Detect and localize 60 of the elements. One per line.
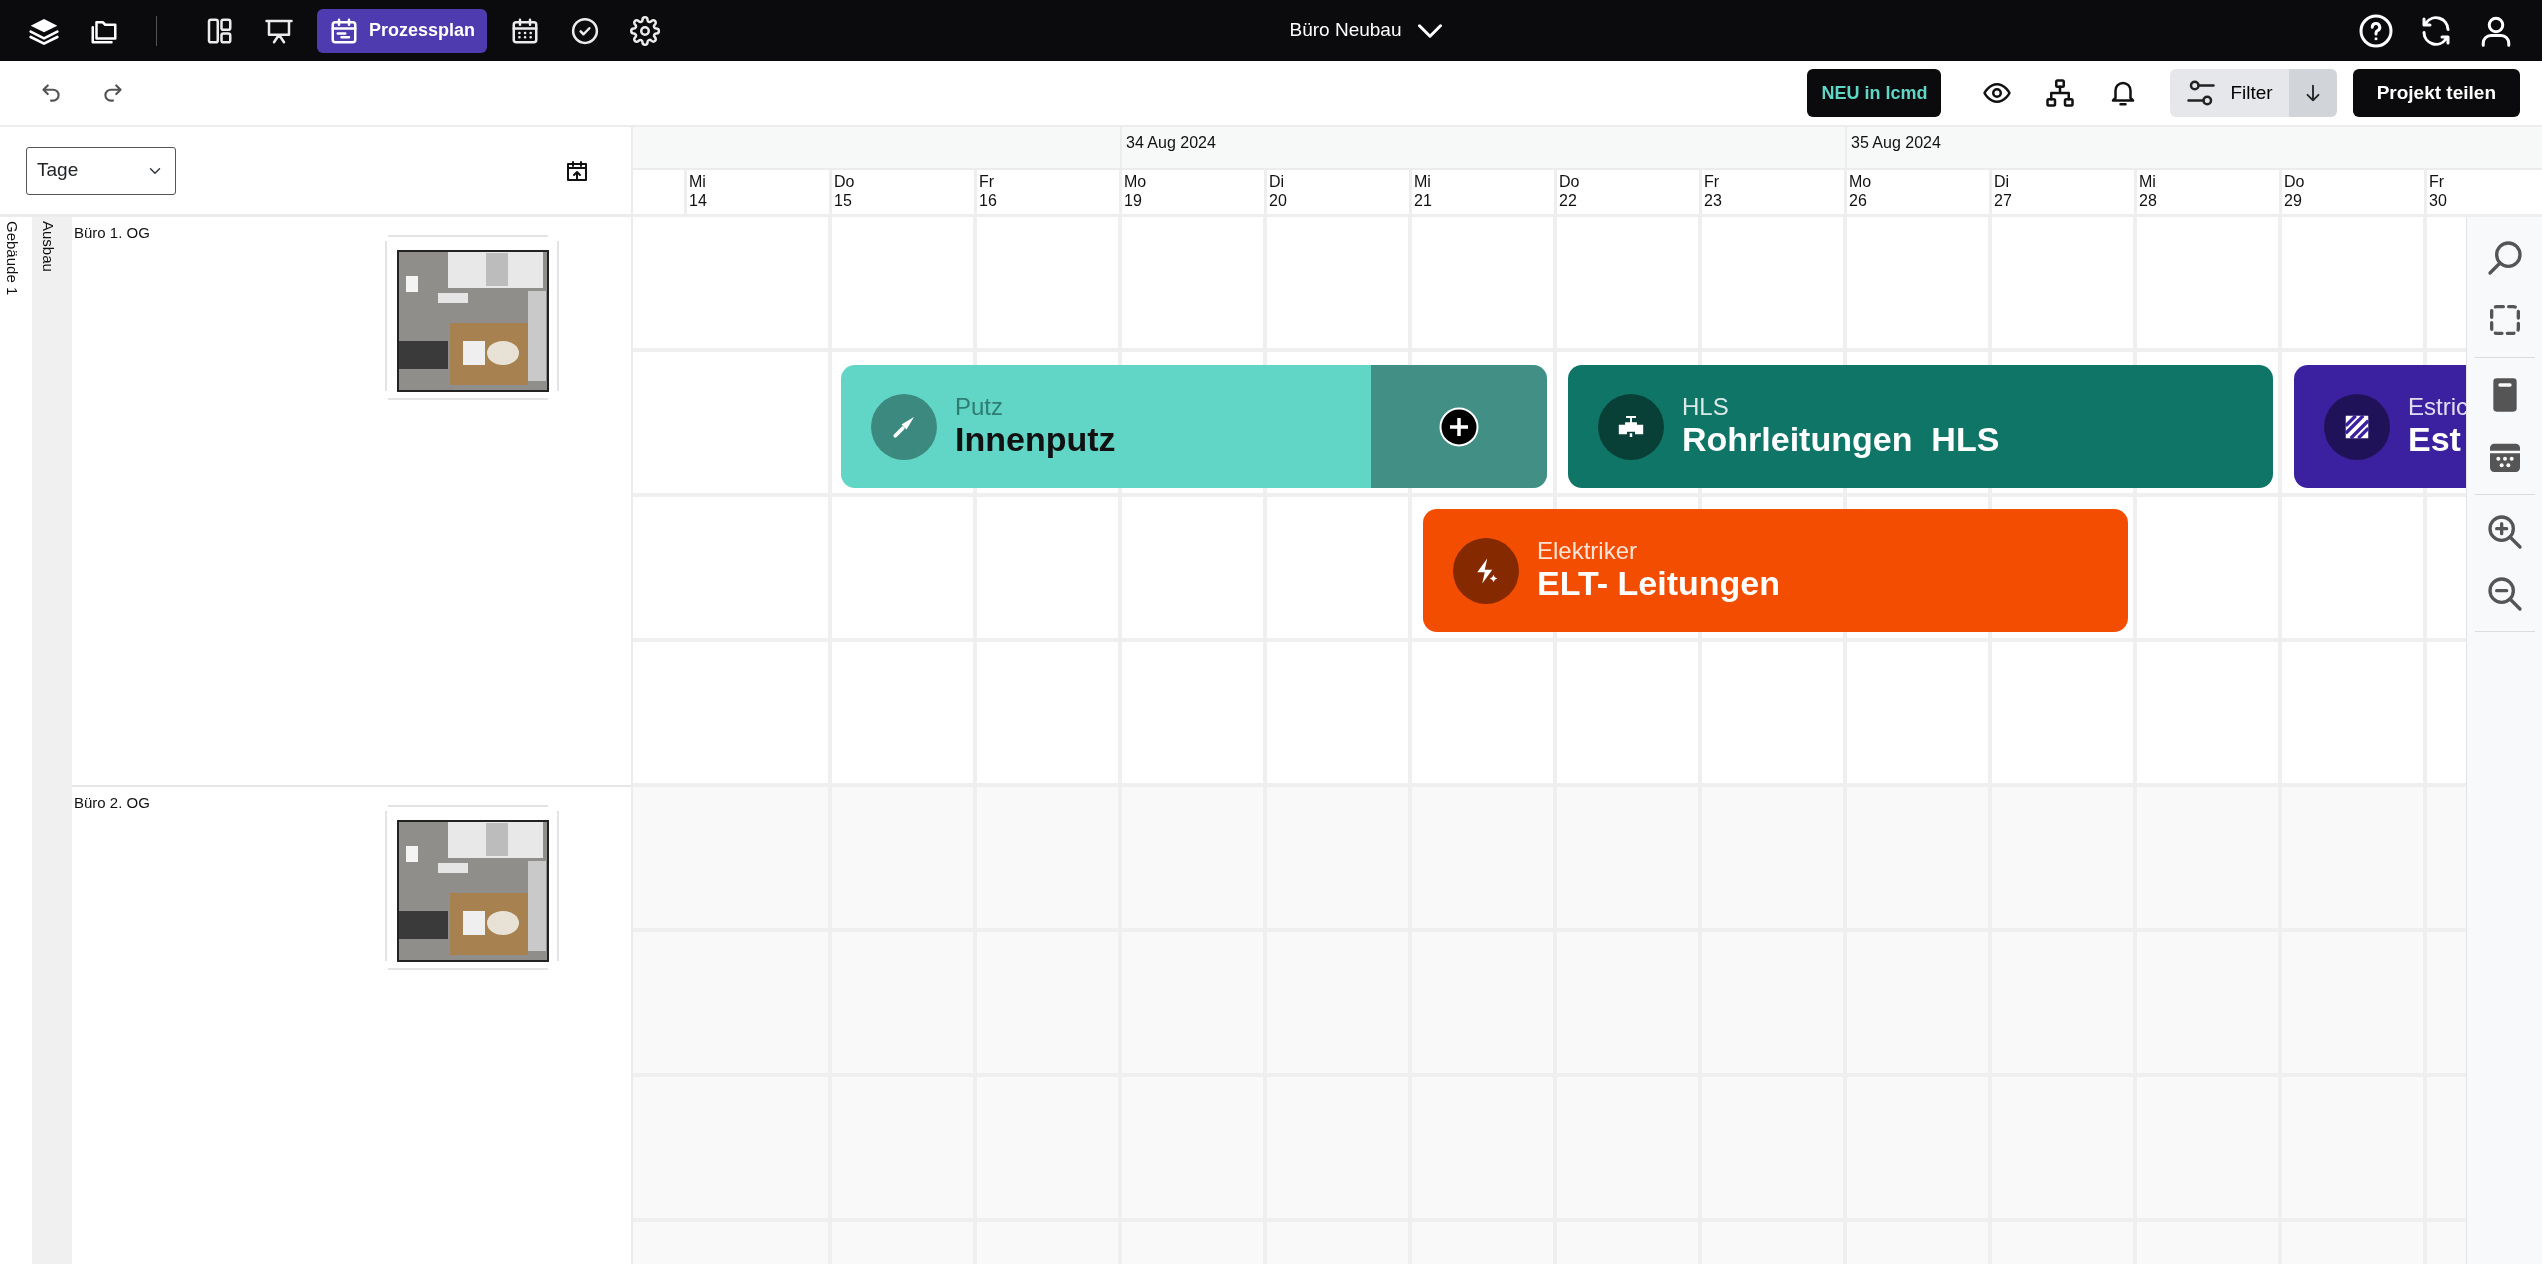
process-plan-tab[interactable]: Prozessplan [317, 8, 488, 53]
task-title: Est [2408, 420, 2461, 460]
day-label: 22 [1559, 191, 1577, 211]
valve-icon [1598, 393, 1664, 460]
hierarchy-icon [2044, 78, 2075, 108]
day-label: 20 [1269, 191, 1287, 211]
day-label: 16 [979, 191, 997, 211]
calendar-export-button[interactable] [565, 158, 589, 183]
task-title: ELT- Leitungen [1537, 564, 1780, 604]
section-label: Ausbau [38, 220, 58, 272]
day-label: 26 [1849, 191, 1867, 211]
task-card[interactable]: Putz Innenputz [841, 365, 1547, 488]
day-label: 15 [834, 191, 852, 211]
filter-menu-button[interactable] [2288, 69, 2337, 117]
day-label: 29 [2284, 191, 2302, 211]
weekday-label: Mi [1414, 172, 1431, 192]
lightning-icon [1453, 537, 1519, 604]
calendar-export-icon [565, 158, 589, 183]
area-name: Büro 1. OG [74, 223, 150, 243]
weekday-label: Mo [1124, 172, 1147, 192]
day-label: 30 [2429, 191, 2447, 211]
news-button[interactable]: NEU in lcmd [1807, 69, 1942, 117]
weekday-label: Fr [979, 172, 995, 192]
weekday-label: Fr [2429, 172, 2445, 192]
check-circle-icon [570, 15, 601, 46]
day-label: 21 [1414, 191, 1432, 211]
building-label: Gebäude 1 [2, 220, 22, 296]
share-button[interactable]: Projekt teilen [2352, 69, 2520, 117]
settings-icon [630, 15, 661, 46]
weekday-label: Do [1559, 172, 1580, 192]
week-label: 35 Aug 2024 [1851, 134, 1941, 151]
weekday-label: Di [1994, 172, 2010, 192]
help-icon [2358, 12, 2394, 49]
day-label: 28 [2139, 191, 2157, 211]
add-button[interactable] [1439, 406, 1479, 447]
weekday-label: Di [1269, 172, 1285, 192]
task-card[interactable]: Elektriker ELT- Leitungen [1423, 509, 2128, 632]
day-label: 27 [1994, 191, 2012, 211]
weekday-label: Mo [1849, 172, 1872, 192]
day-label: 23 [1704, 191, 1722, 211]
task-category: HLS [1682, 393, 1729, 421]
project-dropdown[interactable]: Büro Neubau [1289, 8, 1442, 53]
filter-icon [2186, 78, 2217, 108]
filter-button[interactable]: Filter [2170, 69, 2289, 117]
task-card[interactable]: HLS Rohrleitungen HLS [1568, 365, 2273, 488]
task-title: Rohrleitungen HLS [1682, 420, 2000, 460]
scale-select[interactable]: Tage [26, 146, 176, 195]
task-category: Putz [955, 393, 1004, 421]
task-title: Innenputz [955, 420, 1116, 460]
weekday-label: Fr [1704, 172, 1720, 192]
weekday-label: Do [2284, 172, 2305, 192]
weekday-label: Mi [689, 172, 706, 192]
weekday-label: Mi [2139, 172, 2156, 192]
area-name: Büro 2. OG [74, 793, 150, 813]
day-label: 14 [689, 191, 707, 211]
task-category: Elektriker [1537, 537, 1638, 565]
chevron-down-icon [1417, 23, 1442, 38]
week-label: 34 Aug 2024 [1126, 134, 1216, 151]
weekday-label: Do [834, 172, 855, 192]
day-label: 19 [1124, 191, 1142, 211]
